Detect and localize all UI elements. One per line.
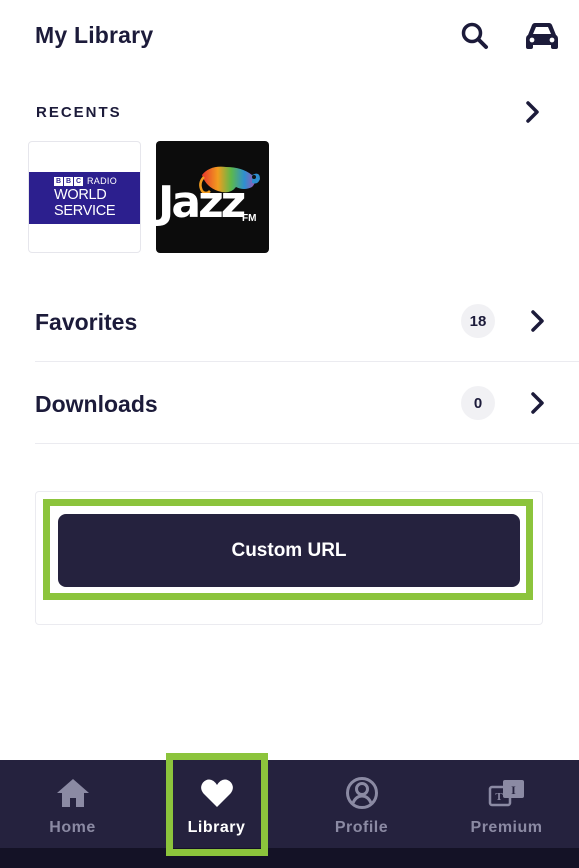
nav-premium[interactable]: I T Premium bbox=[434, 760, 579, 848]
favorites-count-badge: 18 bbox=[461, 304, 495, 338]
downloads-label: Downloads bbox=[35, 391, 158, 417]
chevron-right-icon bbox=[523, 389, 551, 417]
custom-url-button[interactable]: Custom URL bbox=[58, 514, 520, 587]
bbc-world-service-logo: B B C RADIO WORLD SERVICE bbox=[29, 172, 140, 224]
recent-station-bbc-world-service[interactable]: B B C RADIO WORLD SERVICE bbox=[28, 141, 141, 253]
downloads-row[interactable]: Downloads 0 bbox=[35, 362, 579, 444]
heart-icon bbox=[200, 775, 234, 811]
nav-home[interactable]: Home bbox=[0, 760, 145, 848]
recent-station-jazz-fm[interactable]: Jazz FM bbox=[156, 141, 269, 253]
chevron-right-icon bbox=[523, 307, 551, 335]
recents-see-all-chevron-icon[interactable] bbox=[518, 98, 546, 126]
nav-profile-label: Profile bbox=[334, 819, 389, 836]
favorites-label: Favorites bbox=[35, 309, 138, 335]
premium-icon: I T bbox=[488, 775, 526, 811]
svg-text:I: I bbox=[511, 783, 516, 797]
nav-home-label: Home bbox=[49, 819, 96, 836]
svg-text:T: T bbox=[495, 791, 503, 803]
recents-heading: RECENTS bbox=[36, 104, 122, 121]
search-icon[interactable] bbox=[457, 18, 493, 54]
favorites-row[interactable]: Favorites 18 bbox=[35, 280, 579, 362]
nav-library[interactable]: Library bbox=[144, 760, 289, 848]
downloads-count-badge: 0 bbox=[461, 386, 495, 420]
nav-profile[interactable]: Profile bbox=[289, 760, 434, 848]
bottom-nav: Home Library Profile I T Premium bbox=[0, 760, 579, 848]
home-icon bbox=[56, 775, 90, 811]
nav-library-label: Library bbox=[187, 819, 246, 836]
profile-icon bbox=[345, 775, 379, 811]
nav-premium-label: Premium bbox=[470, 819, 543, 836]
header: My Library bbox=[0, 0, 579, 80]
page-title: My Library bbox=[35, 22, 154, 48]
car-mode-icon[interactable] bbox=[524, 18, 560, 54]
system-bar bbox=[0, 848, 579, 868]
